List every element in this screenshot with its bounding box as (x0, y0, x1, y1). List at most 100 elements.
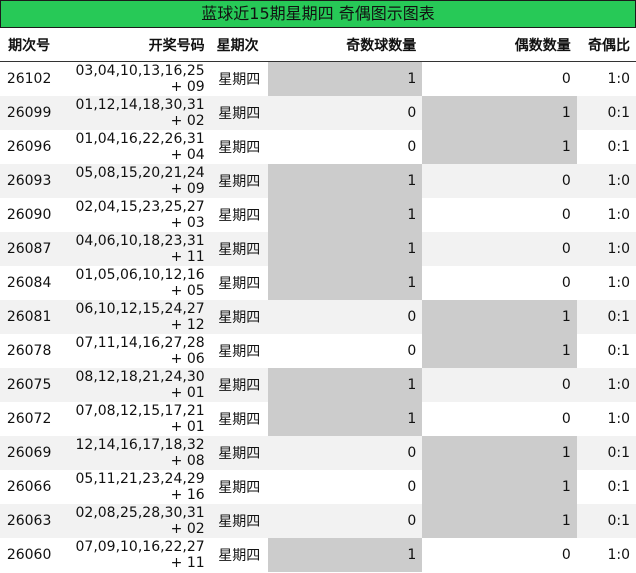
cell-numbers: 05,08,15,20,21,24 + 09 (58, 164, 211, 198)
cell-odd-count: 0 (267, 470, 423, 504)
cell-ratio: 0:1 (576, 436, 636, 470)
cell-weekday: 星期四 (210, 198, 268, 232)
cell-even-count: 1 (422, 436, 577, 470)
cell-odd-count: 1 (267, 61, 423, 96)
cell-even-count: 1 (422, 130, 577, 164)
cell-even-count: 0 (422, 538, 577, 572)
table-row: 26096 01,04,16,22,26,31 + 04 星期四 0 1 0:1 (0, 130, 636, 164)
cell-even-count: 0 (422, 266, 577, 300)
header-odd-count: 奇数球数量 (267, 28, 423, 62)
cell-issue: 26069 (0, 436, 59, 470)
cell-issue: 26093 (0, 164, 59, 198)
table-row: 26102 03,04,10,13,16,25 + 09 星期四 1 0 1:0 (0, 61, 636, 96)
cell-ratio: 0:1 (576, 300, 636, 334)
table-row: 26066 05,11,21,23,24,29 + 16 星期四 0 1 0:1 (0, 470, 636, 504)
cell-weekday: 星期四 (210, 164, 268, 198)
cell-odd-count: 0 (267, 300, 423, 334)
cell-ratio: 1:0 (576, 266, 636, 300)
cell-weekday: 星期四 (210, 232, 268, 266)
cell-even-count: 1 (422, 334, 577, 368)
cell-weekday: 星期四 (210, 504, 268, 538)
cell-issue: 26099 (0, 96, 59, 130)
cell-issue: 26075 (0, 368, 59, 402)
cell-weekday: 星期四 (210, 130, 268, 164)
cell-odd-count: 0 (267, 504, 423, 538)
table-row: 26093 05,08,15,20,21,24 + 09 星期四 1 0 1:0 (0, 164, 636, 198)
table-row: 26084 01,05,06,10,12,16 + 05 星期四 1 0 1:0 (0, 266, 636, 300)
cell-numbers: 07,09,10,16,22,27 + 11 (58, 538, 211, 572)
cell-ratio: 1:0 (576, 164, 636, 198)
cell-issue: 26078 (0, 334, 59, 368)
cell-numbers: 07,08,12,15,17,21 + 01 (58, 402, 211, 436)
cell-numbers: 04,06,10,18,23,31 + 11 (58, 232, 211, 266)
cell-weekday: 星期四 (210, 402, 268, 436)
cell-even-count: 0 (422, 198, 577, 232)
cell-even-count: 0 (422, 402, 577, 436)
header-numbers: 开奖号码 (58, 28, 211, 62)
cell-odd-count: 1 (267, 164, 423, 198)
header-even-count: 偶数数量 (422, 28, 577, 62)
cell-ratio: 1:0 (576, 538, 636, 572)
cell-ratio: 1:0 (576, 61, 636, 96)
cell-odd-count: 0 (267, 334, 423, 368)
cell-even-count: 1 (422, 504, 577, 538)
cell-ratio: 1:0 (576, 198, 636, 232)
cell-numbers: 01,05,06,10,12,16 + 05 (58, 266, 211, 300)
header-ratio: 奇偶比 (576, 28, 636, 62)
cell-numbers: 01,04,16,22,26,31 + 04 (58, 130, 211, 164)
cell-numbers: 06,10,12,15,24,27 + 12 (58, 300, 211, 334)
cell-issue: 26090 (0, 198, 59, 232)
cell-odd-count: 1 (267, 232, 423, 266)
cell-numbers: 03,04,10,13,16,25 + 09 (58, 61, 211, 96)
cell-even-count: 0 (422, 164, 577, 198)
table-row: 26072 07,08,12,15,17,21 + 01 星期四 1 0 1:0 (0, 402, 636, 436)
page-title: 蓝球近15期星期四 奇偶图示图表 (0, 0, 636, 28)
header-row: 期次号 开奖号码 星期次 奇数球数量 偶数数量 奇偶比 (0, 28, 636, 62)
cell-ratio: 1:0 (576, 402, 636, 436)
cell-even-count: 1 (422, 96, 577, 130)
cell-ratio: 0:1 (576, 334, 636, 368)
cell-odd-count: 1 (267, 266, 423, 300)
cell-weekday: 星期四 (210, 436, 268, 470)
cell-numbers: 07,11,14,16,27,28 + 06 (58, 334, 211, 368)
cell-issue: 26081 (0, 300, 59, 334)
cell-issue: 26066 (0, 470, 59, 504)
table-row: 26081 06,10,12,15,24,27 + 12 星期四 0 1 0:1 (0, 300, 636, 334)
table-row: 26075 08,12,18,21,24,30 + 01 星期四 1 0 1:0 (0, 368, 636, 402)
cell-weekday: 星期四 (210, 470, 268, 504)
cell-numbers: 02,04,15,23,25,27 + 03 (58, 198, 211, 232)
cell-weekday: 星期四 (210, 266, 268, 300)
cell-odd-count: 1 (267, 538, 423, 572)
table-row: 26069 12,14,16,17,18,32 + 08 星期四 0 1 0:1 (0, 436, 636, 470)
cell-weekday: 星期四 (210, 538, 268, 572)
cell-ratio: 0:1 (576, 504, 636, 538)
table-row: 26060 07,09,10,16,22,27 + 11 星期四 1 0 1:0 (0, 538, 636, 572)
cell-odd-count: 1 (267, 368, 423, 402)
cell-issue: 26102 (0, 61, 59, 96)
cell-odd-count: 0 (267, 436, 423, 470)
odd-even-table: 期次号 开奖号码 星期次 奇数球数量 偶数数量 奇偶比 26102 03,04,1… (0, 28, 636, 572)
cell-numbers: 02,08,25,28,30,31 + 02 (58, 504, 211, 538)
header-issue: 期次号 (0, 28, 59, 62)
cell-odd-count: 1 (267, 402, 423, 436)
table-row: 26087 04,06,10,18,23,31 + 11 星期四 1 0 1:0 (0, 232, 636, 266)
table-row: 26099 01,12,14,18,30,31 + 02 星期四 0 1 0:1 (0, 96, 636, 130)
cell-odd-count: 0 (267, 130, 423, 164)
cell-ratio: 1:0 (576, 232, 636, 266)
table-row: 26078 07,11,14,16,27,28 + 06 星期四 0 1 0:1 (0, 334, 636, 368)
cell-numbers: 01,12,14,18,30,31 + 02 (58, 96, 211, 130)
cell-issue: 26096 (0, 130, 59, 164)
cell-numbers: 08,12,18,21,24,30 + 01 (58, 368, 211, 402)
cell-weekday: 星期四 (210, 96, 268, 130)
cell-issue: 26084 (0, 266, 59, 300)
cell-even-count: 1 (422, 470, 577, 504)
cell-weekday: 星期四 (210, 334, 268, 368)
cell-numbers: 05,11,21,23,24,29 + 16 (58, 470, 211, 504)
cell-weekday: 星期四 (210, 368, 268, 402)
cell-even-count: 0 (422, 61, 577, 96)
cell-even-count: 0 (422, 368, 577, 402)
cell-weekday: 星期四 (210, 300, 268, 334)
cell-ratio: 0:1 (576, 470, 636, 504)
cell-issue: 26063 (0, 504, 59, 538)
cell-issue: 26060 (0, 538, 59, 572)
